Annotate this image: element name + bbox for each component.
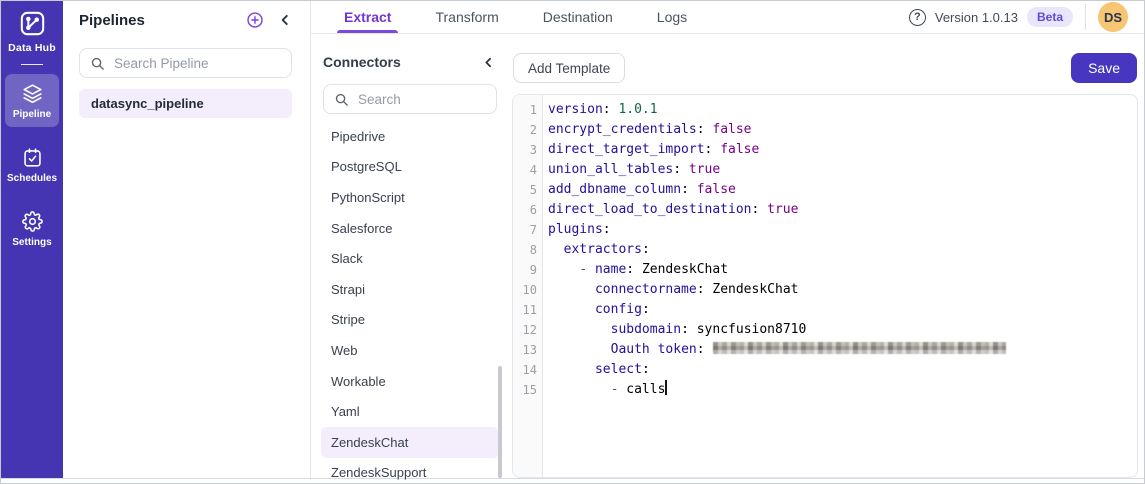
code-line: select: [594,362,650,377]
pipelines-title: Pipelines [79,11,145,29]
connector-search-box [323,84,535,114]
connector-item[interactable]: PythonScript [321,182,499,213]
code-area[interactable]: version: 1.0.1 encrypt_credentials: false… [543,95,1137,477]
line-number: 9 [529,263,537,277]
connector-item[interactable]: Pipedrive [321,121,499,152]
connector-item[interactable]: Workable [321,366,499,397]
code-line: Oauth token: [548,340,1137,360]
code-line: - name: ZendeskChat [579,262,729,277]
line-number: 2 [529,123,537,137]
connectors-panel: Connectors Search Pipedrive PostgreSQL P… [311,34,535,480]
sidebar-item-label: Pipeline [12,109,52,120]
collapse-pipelines-button[interactable] [278,13,292,27]
connectors-title: Connectors [323,54,401,70]
sidebar-item-label: Settings [12,237,52,248]
line-number: 8 [529,243,537,257]
avatar[interactable]: DS [1098,2,1128,32]
yaml-code-editor[interactable]: 1 2 3 4 5 6 7 8 9 10 11 12 13 14 15 version: 1.0.1 encr… [512,94,1138,478]
editor-pane: Add Template Save 1 2 3 4 5 6 7 8 9 10 11 12 13 14 15 … [511,34,1144,478]
code-line: version: 1.0.1 [548,102,658,117]
gear-icon [21,211,43,232]
brand-label: Data Hub [8,42,56,54]
pipeline-search-input[interactable] [114,55,291,71]
calendar-icon [22,147,43,168]
sidebar-item-schedules[interactable]: Schedules [5,138,59,191]
sidebar-item-pipeline[interactable]: Pipeline [5,74,59,127]
version-label: Version 1.0.13 [934,9,1018,25]
search-icon [90,56,105,71]
layers-icon [22,83,43,104]
chevron-left-icon [278,13,292,27]
tab-destination[interactable]: Destination [543,1,613,33]
connector-item[interactable]: ZendeskSupport [321,458,499,483]
code-line: config: [594,302,650,317]
code-line: subdomain: syncfusion8710 [610,322,807,337]
line-number: 5 [529,183,537,197]
connector-item[interactable]: Salesforce [321,213,499,244]
tab-extract[interactable]: Extract [336,1,400,33]
code-line: union_all_tables: true [548,162,721,177]
plus-circle-icon [246,11,264,29]
add-template-button[interactable]: Add Template [513,53,626,83]
line-number: 15 [522,383,537,397]
editor-toolbar: Add Template Save [513,53,1137,83]
tab-logs[interactable]: Logs [657,1,687,33]
line-number: 12 [522,323,537,337]
connector-item[interactable]: Stripe [321,305,499,336]
connector-item[interactable]: PostgreSQL [321,152,499,183]
connector-item[interactable]: Yaml [321,396,499,427]
line-number: 3 [529,143,537,157]
connector-item[interactable]: ZendeskChat [321,426,499,458]
connector-list: Pipedrive PostgreSQL PythonScript Salesforc… [311,121,511,483]
search-icon [334,92,349,107]
code-line: extractors: [563,242,650,257]
code-line: encrypt_credentials: false [548,122,752,137]
pipeline-list-item[interactable]: datasync_pipeline [79,89,292,118]
line-number: 13 [522,343,537,357]
line-number: 11 [522,303,537,317]
beta-badge: Beta [1026,7,1073,27]
code-line: direct_load_to_destination: true [548,202,799,217]
line-number: 10 [522,283,537,297]
app-window: Data Hub Pipeline Schedules Settings Pip… [0,0,1145,484]
connector-search-input[interactable] [358,91,535,107]
sidebar-item-settings[interactable]: Settings [5,202,59,255]
app-sidebar: Data Hub Pipeline Schedules Settings [1,1,63,478]
data-hub-logo[interactable]: Data Hub [8,10,56,54]
code-line: plugins: [548,222,611,237]
code-line: connectorname: ZendeskChat [594,282,799,297]
connectors-scrollbar[interactable] [498,366,502,478]
line-number: 4 [529,163,537,177]
code-line: direct_target_import: false [548,142,760,157]
line-number: 6 [529,203,537,217]
code-line: - calls [610,380,667,397]
text-cursor [665,380,667,395]
data-hub-logo-icon [19,10,46,37]
header-divider [1085,4,1086,30]
code-line: add_dbname_column: false [548,182,736,197]
connector-item[interactable]: Web [321,335,499,366]
pipelines-panel: Pipelines Search Pipeline datasync_pipel… [63,1,311,478]
sidebar-item-label: Schedules [6,173,58,184]
save-button[interactable]: Save [1071,53,1137,83]
pipeline-search-box [79,48,292,78]
line-number: 7 [529,223,537,237]
help-icon[interactable]: ? [908,8,926,26]
line-number: 14 [522,363,537,377]
redacted-token [713,342,1007,354]
connector-item[interactable]: Slack [321,243,499,274]
collapse-connectors-button[interactable] [482,56,495,69]
sidebar-divider [21,64,43,65]
tab-transform[interactable]: Transform [435,1,498,33]
line-number-gutter: 1 2 3 4 5 6 7 8 9 10 11 12 13 14 15 [513,95,543,477]
connector-item[interactable]: Strapi [321,274,499,305]
add-pipeline-button[interactable] [246,11,264,29]
chevron-left-icon [482,56,495,69]
tab-bar: Extract Transform Destination Logs ? Ver… [311,1,1144,34]
